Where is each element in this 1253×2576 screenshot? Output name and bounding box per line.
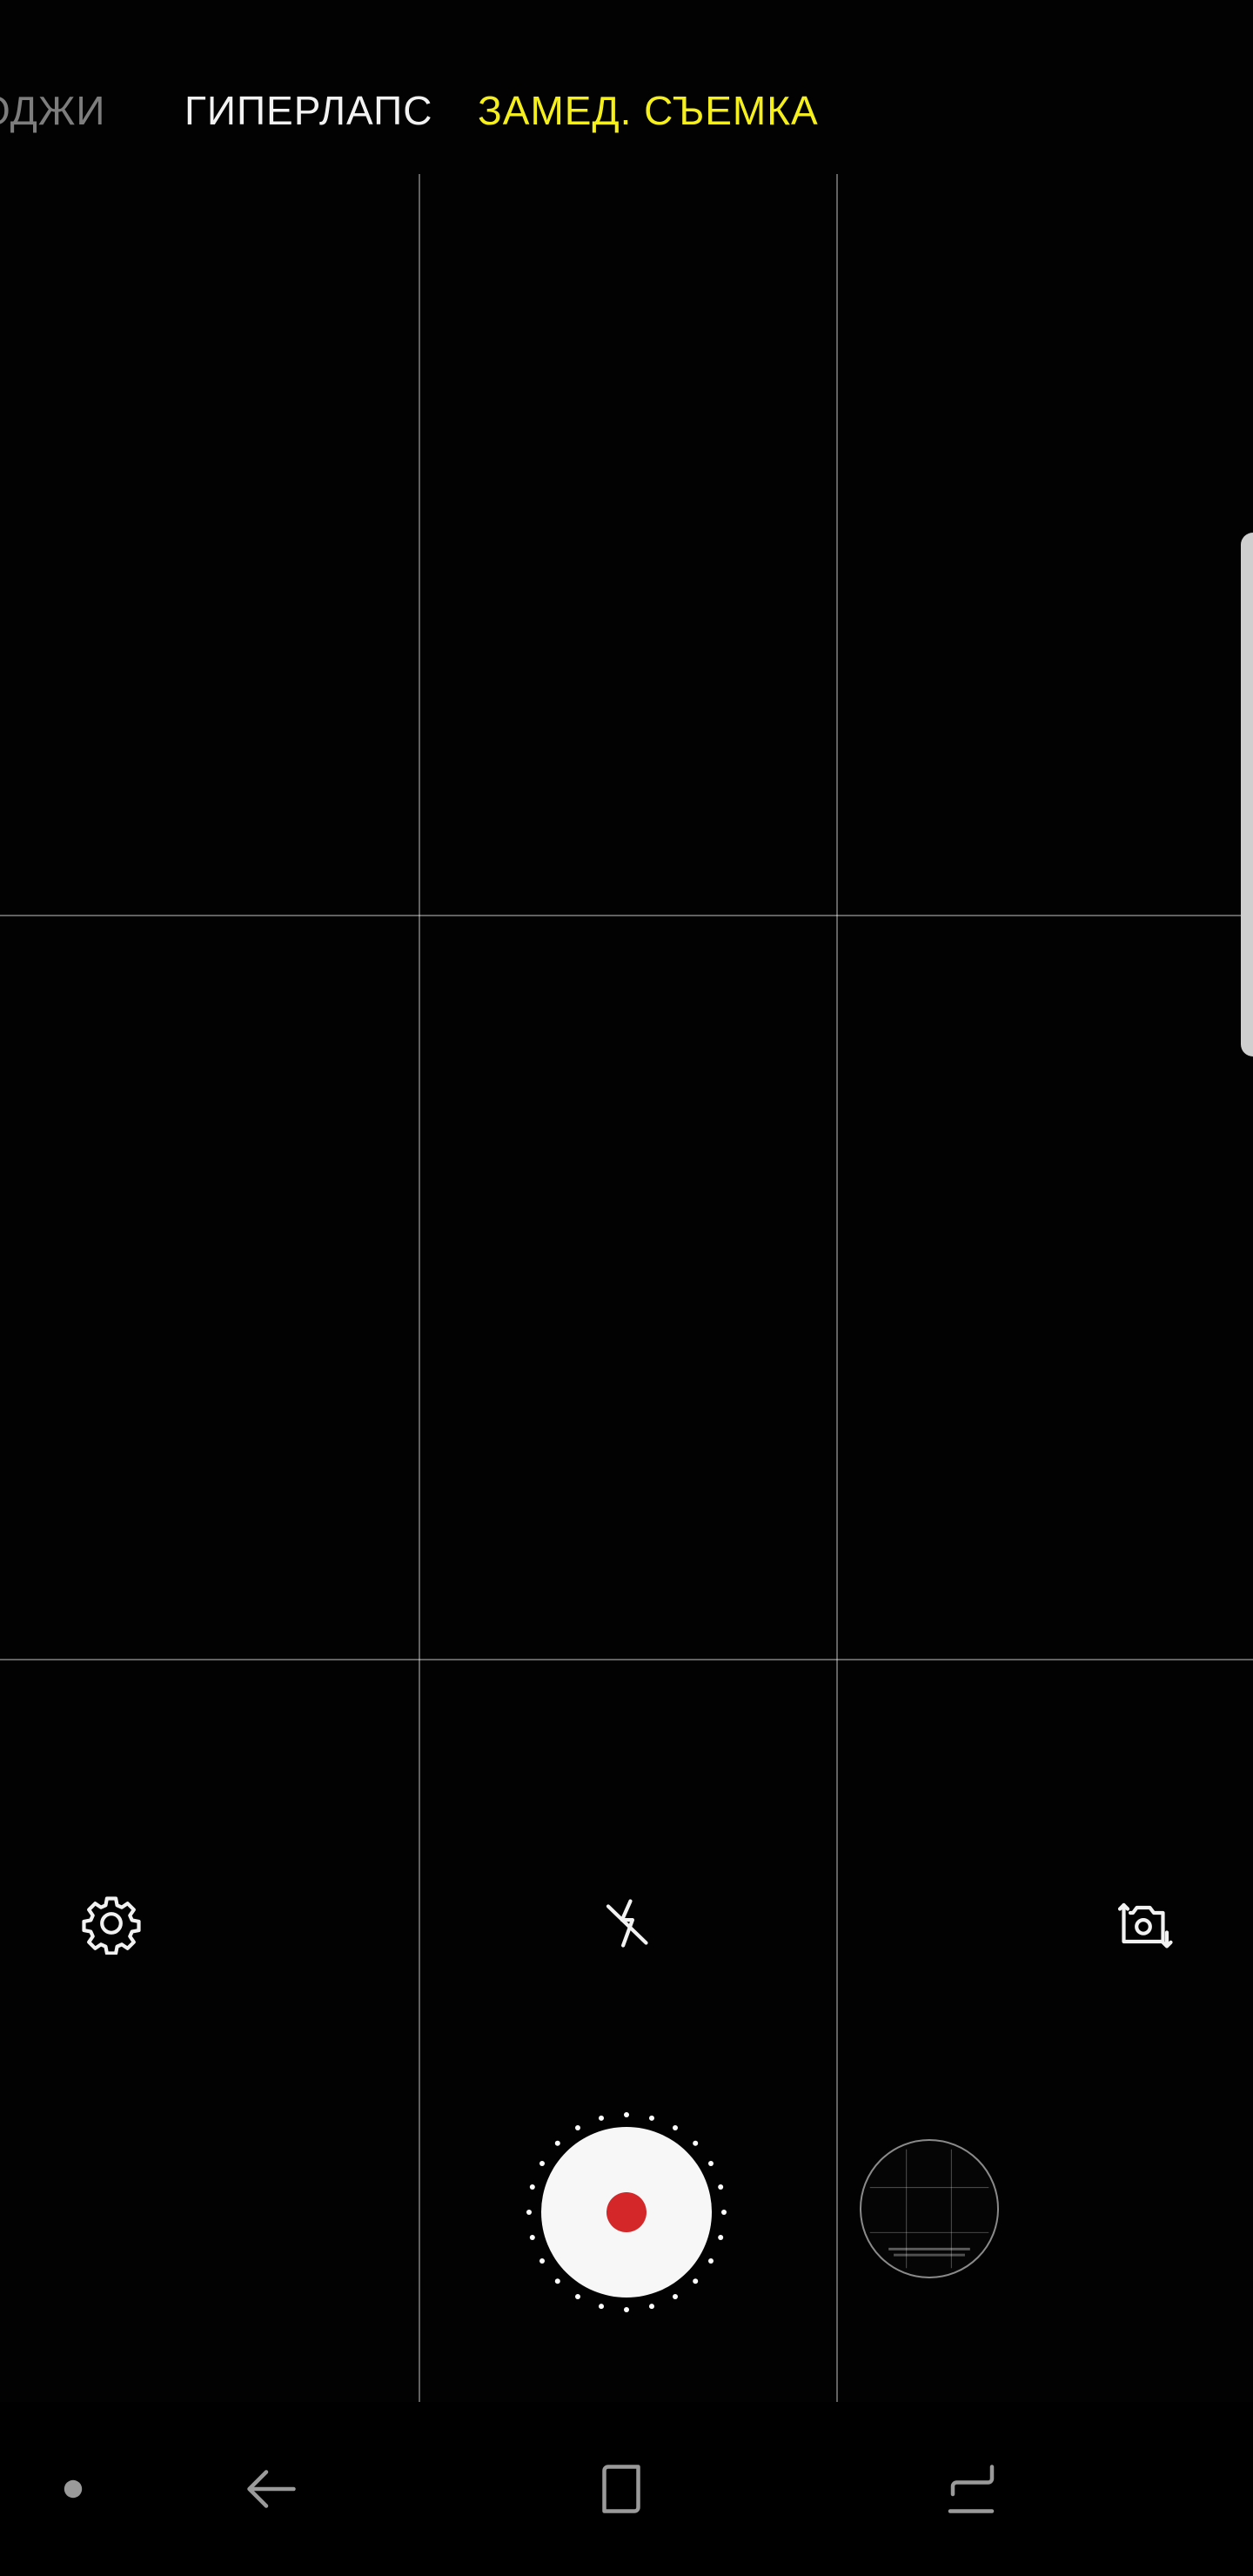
nav-recents-button[interactable] — [919, 2437, 1023, 2541]
shutter-ring-dot — [673, 2293, 678, 2299]
shutter-ring-dot — [707, 2258, 714, 2264]
shutter-ring-dot — [575, 2125, 580, 2131]
grid-line-horizontal-1 — [0, 915, 1253, 916]
mode-hyperlapse[interactable]: ГИПЕРЛАПС — [184, 91, 432, 131]
flash-button[interactable] — [583, 1880, 670, 1967]
shutter-ring-dot — [599, 2304, 605, 2310]
nav-home-button[interactable] — [569, 2437, 673, 2541]
grid-line-vertical-2 — [836, 174, 838, 2402]
flash-off-icon — [606, 1899, 648, 1948]
shutter-ring-dot — [554, 2278, 560, 2284]
navigation-bar — [0, 2402, 1253, 2576]
shutter-ring-dot — [599, 2115, 605, 2121]
home-icon — [602, 2465, 640, 2513]
nav-dot-button[interactable] — [21, 2437, 125, 2541]
grid-line-horizontal-2 — [0, 1659, 1253, 1660]
dot-indicator-icon — [64, 2479, 83, 2499]
shutter-ring-dot — [529, 2184, 535, 2190]
mode-emoji[interactable]: ОДЖИ — [0, 91, 105, 131]
shutter-ring-dot — [693, 2278, 699, 2284]
shutter-ring-dot — [718, 2184, 724, 2190]
recents-icon — [948, 2465, 995, 2513]
settings-button[interactable] — [68, 1880, 155, 1967]
switch-camera-icon — [1117, 1902, 1173, 1949]
mode-slow-motion[interactable]: ЗАМЕД. СЪЕМКА — [478, 91, 819, 131]
gallery-preview-image — [869, 2149, 989, 2269]
grid-line-vertical-1 — [419, 174, 420, 2402]
camera-screen: ОДЖИ ГИПЕРЛАПС ЗАМЕД. СЪЕМКА — [0, 0, 1253, 2576]
shutter-ring-dot — [648, 2115, 654, 2121]
gallery-thumbnail[interactable] — [860, 2139, 999, 2278]
record-icon — [606, 2192, 647, 2232]
mode-selector: ОДЖИ ГИПЕРЛАПС ЗАМЕД. СЪЕМКА — [0, 0, 1253, 174]
shutter-ring-dot — [673, 2125, 678, 2131]
switch-camera-button[interactable] — [1100, 1880, 1187, 1967]
shutter-ring-dot — [539, 2161, 546, 2166]
shutter-ring-dot — [624, 2307, 629, 2312]
edge-panel-handle[interactable] — [1241, 533, 1253, 1057]
shutter-ring-dot — [526, 2210, 532, 2215]
shutter-ring-dot — [575, 2293, 580, 2299]
shutter-ring-dot — [539, 2258, 546, 2264]
nav-back-button[interactable] — [219, 2437, 324, 2541]
shutter-ring-dot — [529, 2234, 535, 2240]
shutter-ring-dot — [624, 2112, 629, 2117]
shutter-ring-dot — [707, 2161, 714, 2166]
gear-icon — [82, 1896, 141, 1955]
shutter-ring-dot — [648, 2304, 654, 2310]
shutter-ring-dot — [693, 2140, 699, 2146]
record-button[interactable] — [522, 2108, 731, 2317]
back-icon — [247, 2470, 296, 2508]
shutter-ring-dot — [718, 2234, 724, 2240]
shutter-disc — [541, 2127, 712, 2298]
shutter-ring-dot — [554, 2140, 560, 2146]
shutter-ring-dot — [721, 2210, 727, 2215]
